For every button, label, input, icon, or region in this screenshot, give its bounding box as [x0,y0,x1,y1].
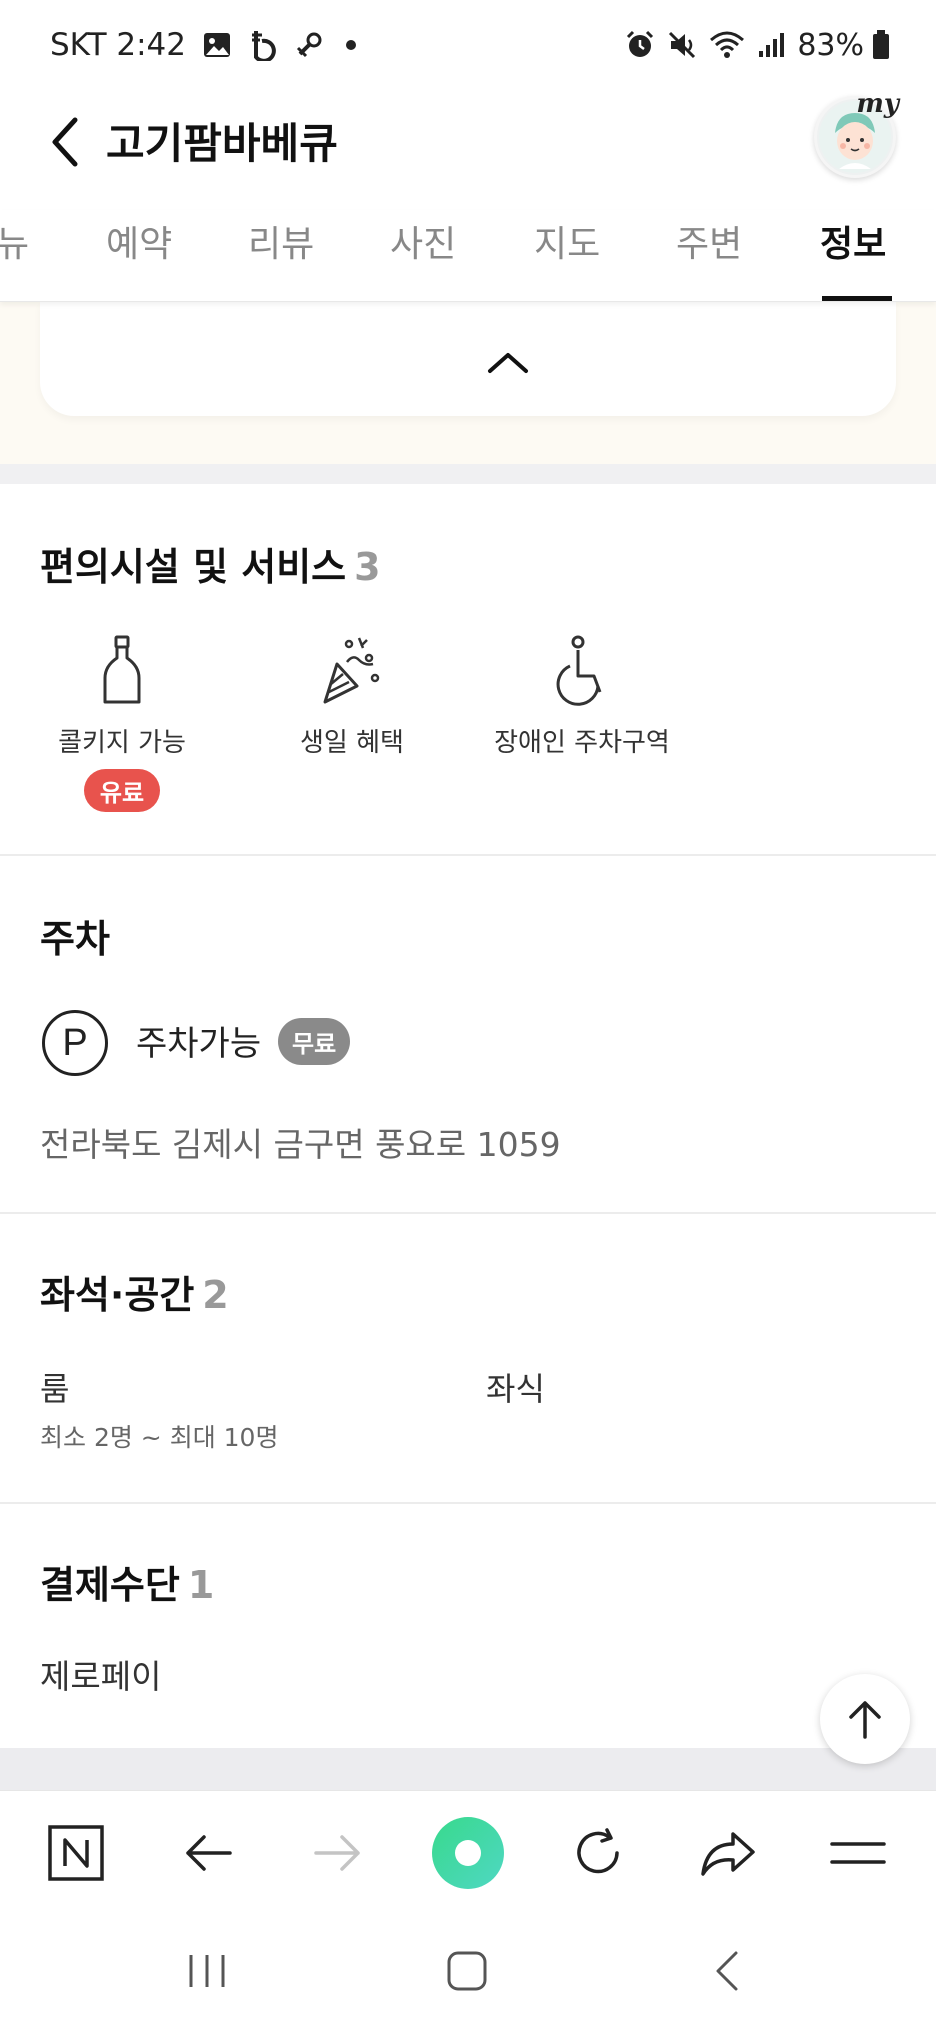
arrow-up-icon [849,1701,881,1739]
green-dot-button[interactable] [428,1813,508,1893]
chevron-left-icon [52,117,78,167]
link-icon [294,30,324,60]
free-badge: 무료 [278,1018,351,1065]
active-tab-indicator [822,296,892,301]
facility-label: 장애인 주차구역 [494,728,670,758]
refresh-button[interactable] [558,1813,638,1893]
seating-count: 2 [202,1273,229,1317]
facilities-count: 3 [354,545,381,589]
menu-button[interactable] [818,1813,898,1893]
tab-nearby[interactable]: 주변 [676,210,742,302]
tab-bar: 뉴 예약 리뷰 사진 지도 주변 정보 [0,210,936,302]
recent-apps-button[interactable] [162,1936,252,2006]
gallery-icon [202,31,232,59]
my-avatar-button[interactable]: my [814,89,899,178]
wheelchair-icon [472,630,692,710]
seat-room: 룸 [40,1370,70,1408]
info-card [40,302,896,416]
avatar-my-label: my [856,89,899,119]
party-popper-icon [242,630,462,710]
section-divider [0,1502,936,1504]
tab-reservation[interactable]: 예약 [106,210,172,302]
payment-title-text: 결제수단 [40,1563,180,1607]
wine-bottle-icon [12,630,232,710]
facility-item-accessible-parking: 장애인 주차구역 [472,630,692,759]
back-button[interactable] [30,102,100,182]
tab-info[interactable]: 정보 [820,210,886,302]
chevron-up-icon [488,353,528,373]
tab-map[interactable]: 지도 [534,210,600,302]
seating-title-text: 좌석·공간 [40,1273,195,1317]
alarm-icon [625,30,655,60]
browser-toolbar [0,1790,936,1914]
payment-count: 1 [187,1563,215,1607]
parking-p-icon: P [42,1010,108,1076]
facility-label: 생일 혜택 [300,728,404,758]
home-button[interactable] [422,1936,512,2006]
green-dot-icon [432,1817,504,1889]
mute-icon [667,30,697,60]
page-title: 고기팜바베큐 [106,119,338,168]
app-header: 고기팜바베큐 my [0,89,936,210]
parking-title: 주차 [40,917,110,961]
browser-back-button[interactable] [168,1813,248,1893]
battery-percent: 83% [797,27,864,63]
collapse-button[interactable] [468,332,548,392]
seat-floor: 좌식 [486,1370,545,1408]
bottom-gap [0,1748,936,1790]
facilities-title: 편의시설 및 서비스 3 [40,536,381,591]
facility-item-corkage: 콜키지 가능 유료 [12,630,232,812]
payment-method: 제로페이 [40,1657,162,1696]
refresh-icon [577,1828,619,1874]
carrier-time: SKT 2:42 [50,27,187,63]
status-right: 83% [625,22,890,68]
dot-icon [346,40,357,50]
tab-review[interactable]: 리뷰 [248,210,314,302]
browser-forward-button[interactable] [298,1813,378,1893]
share-button[interactable] [688,1813,768,1893]
recent-apps-icon [189,1955,225,1987]
signal-icon [757,31,785,59]
facility-label: 콜키지 가능 [58,728,186,758]
section-divider [0,854,936,856]
home-square-icon [447,1951,487,1991]
payment-title: 결제수단 1 [40,1554,214,1609]
system-back-button[interactable] [682,1936,772,2006]
parking-status: 주차가능 [136,1024,262,1064]
seating-title: 좌석·공간 2 [40,1264,229,1319]
paid-badge: 유료 [83,769,161,812]
arrow-left-icon [186,1835,232,1871]
wifi-icon [709,30,745,60]
section-gap [0,464,936,484]
facilities-title-text: 편의시설 및 서비스 [40,545,347,589]
chevron-left-icon [716,1951,738,1991]
section-divider [0,1212,936,1214]
info-card-area [0,302,936,464]
share-arrow-icon [701,1832,755,1876]
scroll-to-top-button[interactable] [820,1674,910,1764]
parking-address: 전라북도 김제시 금구면 풍요로 1059 [40,1125,561,1164]
facility-item-birthday: 생일 혜택 [242,630,462,759]
arrow-right-icon [314,1835,360,1871]
naver-n-icon [48,1825,104,1881]
battery-icon [872,30,890,60]
naver-home-button[interactable] [36,1813,116,1893]
tab-menu[interactable]: 뉴 [0,210,29,302]
seat-room-capacity: 최소 2명 ~ 최대 10명 [40,1423,279,1452]
menu-lines-icon [830,1842,886,1864]
tab-photo[interactable]: 사진 [390,210,456,302]
status-bar: SKT 2:42 83% [0,0,936,90]
b-badge-icon [248,29,278,61]
status-left: SKT 2:42 [50,22,357,68]
system-nav-bar [0,1914,936,2028]
